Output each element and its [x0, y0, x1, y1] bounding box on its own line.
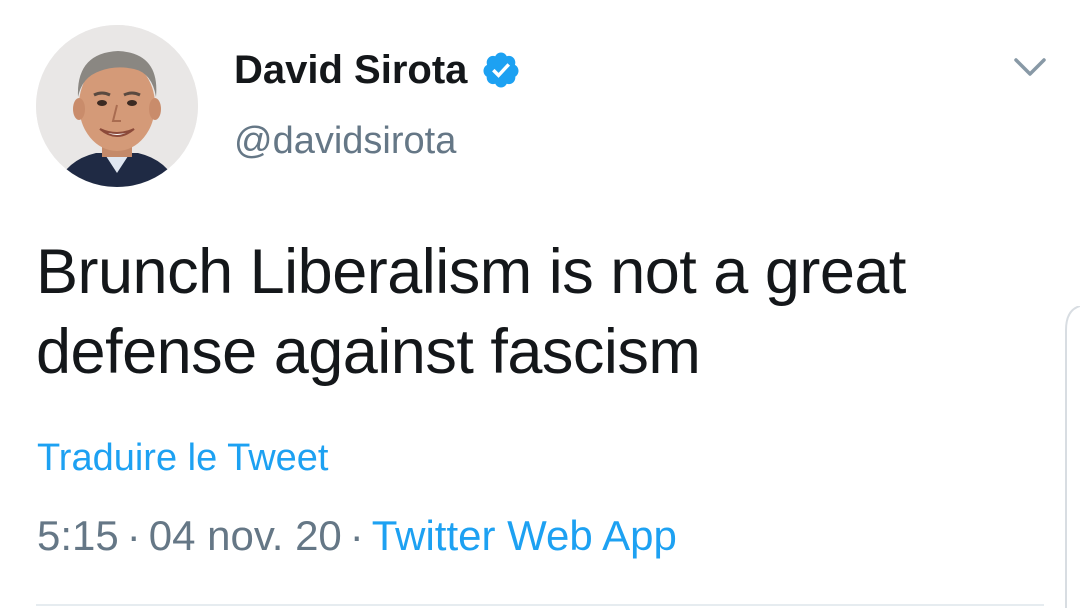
avatar[interactable] [36, 25, 198, 187]
tweet-text-line: Brunch Liberalism is not a great [36, 237, 906, 307]
tweet-text: Brunch Liberalism is not a great defense… [36, 232, 1016, 392]
tweet-card: David Sirota @davidsirota Brunch Liberal… [0, 0, 1080, 608]
meta-separator: · [349, 512, 364, 559]
translate-tweet-link[interactable]: Traduire le Tweet [37, 437, 328, 480]
author-handle[interactable]: @davidsirota [234, 120, 456, 163]
author-name-row: David Sirota [234, 44, 521, 96]
tweet-date[interactable]: 04 nov. 20 [149, 512, 342, 559]
tweet-source-link[interactable]: Twitter Web App [372, 512, 677, 559]
divider [36, 604, 1044, 606]
tweet-time[interactable]: 5:15 [37, 512, 119, 559]
tweet-text-line: defense against fascism [36, 317, 701, 387]
verified-badge-icon [481, 50, 521, 90]
display-name[interactable]: David Sirota [234, 48, 467, 93]
edge-decoration [1062, 305, 1080, 608]
tweet-meta: 5:15 · 04 nov. 20 · Twitter Web App [37, 512, 677, 560]
avatar-photo [36, 25, 198, 187]
meta-separator: · [126, 512, 141, 559]
chevron-down-icon[interactable] [1010, 52, 1050, 82]
